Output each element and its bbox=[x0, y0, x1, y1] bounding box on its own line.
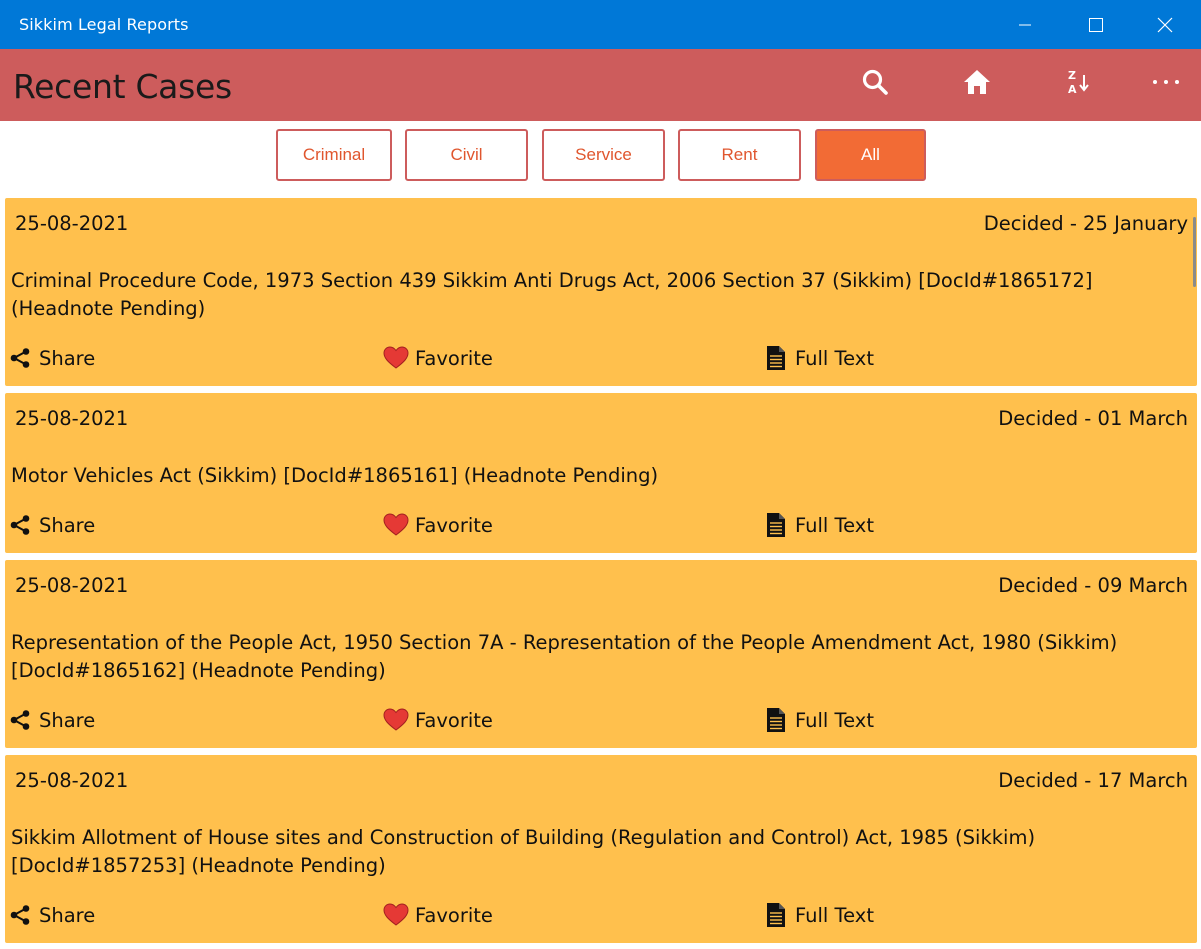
case-description[interactable]: Criminal Procedure Code, 1973 Section 43… bbox=[11, 267, 1157, 323]
document-icon bbox=[767, 708, 785, 732]
share-label: Share bbox=[39, 346, 96, 370]
case-date: 25-08-2021 bbox=[15, 212, 129, 235]
case-date: 25-08-2021 bbox=[15, 574, 129, 597]
search-icon bbox=[862, 69, 888, 95]
scrollbar-thumb[interactable] bbox=[1193, 217, 1196, 287]
sort-za-icon: Z A bbox=[1068, 69, 1089, 96]
search-button[interactable] bbox=[847, 59, 903, 105]
case-card[interactable]: 25-08-2021 Decided - 17 March Sikkim All… bbox=[5, 755, 1197, 943]
full-text-button[interactable]: Full Text bbox=[763, 902, 874, 928]
filter-civil[interactable]: Civil bbox=[405, 129, 528, 181]
case-date: 25-08-2021 bbox=[15, 407, 129, 430]
filter-service[interactable]: Service bbox=[542, 129, 665, 181]
case-description[interactable]: Sikkim Allotment of House sites and Cons… bbox=[11, 824, 1157, 880]
share-button[interactable]: Share bbox=[7, 902, 95, 928]
full-text-button[interactable]: Full Text bbox=[763, 512, 874, 538]
favorite-button[interactable]: Favorite bbox=[383, 345, 493, 371]
filter-all[interactable]: All bbox=[815, 129, 926, 181]
close-button[interactable] bbox=[1132, 0, 1198, 49]
case-decided: Decided - 17 March bbox=[998, 769, 1188, 792]
share-label: Share bbox=[39, 903, 96, 927]
case-decided: Decided - 25 January bbox=[983, 212, 1188, 235]
full-text-button[interactable]: Full Text bbox=[763, 707, 874, 733]
share-button[interactable]: Share bbox=[7, 512, 95, 538]
full-text-button[interactable]: Full Text bbox=[763, 345, 874, 371]
filter-rent[interactable]: Rent bbox=[678, 129, 801, 181]
more-icon bbox=[1153, 80, 1179, 84]
category-filters: Criminal Civil Service Rent All bbox=[0, 129, 1201, 181]
share-label: Share bbox=[39, 513, 96, 537]
document-icon bbox=[767, 903, 785, 927]
share-button[interactable]: Share bbox=[7, 345, 95, 371]
page-title: Recent Cases bbox=[13, 67, 232, 106]
document-icon bbox=[767, 513, 785, 537]
home-button[interactable] bbox=[949, 59, 1005, 105]
close-icon bbox=[1157, 17, 1173, 32]
favorite-label: Favorite bbox=[415, 513, 493, 537]
case-description[interactable]: Representation of the People Act, 1950 S… bbox=[11, 629, 1157, 685]
favorite-label: Favorite bbox=[415, 708, 493, 732]
share-icon bbox=[10, 710, 30, 730]
share-icon bbox=[10, 905, 30, 925]
app-header: Recent Cases Z A bbox=[0, 49, 1201, 121]
case-list[interactable]: 25-08-2021 Decided - 25 January Criminal… bbox=[0, 197, 1201, 949]
case-card[interactable]: 25-08-2021 Decided - 25 January Criminal… bbox=[5, 198, 1197, 386]
minimize-button[interactable] bbox=[992, 0, 1058, 49]
case-date: 25-08-2021 bbox=[15, 769, 129, 792]
full-text-label: Full Text bbox=[795, 708, 874, 732]
maximize-button[interactable] bbox=[1063, 0, 1129, 49]
full-text-label: Full Text bbox=[795, 903, 874, 927]
case-decided: Decided - 01 March bbox=[998, 407, 1188, 430]
case-decided: Decided - 09 March bbox=[998, 574, 1188, 597]
share-label: Share bbox=[39, 708, 96, 732]
filter-criminal[interactable]: Criminal bbox=[276, 129, 392, 181]
favorite-button[interactable]: Favorite bbox=[383, 902, 493, 928]
favorite-label: Favorite bbox=[415, 903, 493, 927]
window-title: Sikkim Legal Reports bbox=[19, 15, 189, 34]
share-icon bbox=[10, 515, 30, 535]
sort-button[interactable]: Z A bbox=[1051, 59, 1107, 105]
share-icon bbox=[10, 348, 30, 368]
home-icon bbox=[964, 70, 990, 94]
heart-icon bbox=[383, 513, 409, 536]
share-button[interactable]: Share bbox=[7, 707, 95, 733]
heart-icon bbox=[383, 903, 409, 926]
full-text-label: Full Text bbox=[795, 346, 874, 370]
heart-icon bbox=[383, 708, 409, 731]
document-icon bbox=[767, 346, 785, 370]
case-description[interactable]: Motor Vehicles Act (Sikkim) [DocId#18651… bbox=[11, 462, 1157, 490]
window-titlebar: Sikkim Legal Reports bbox=[0, 0, 1201, 49]
favorite-button[interactable]: Favorite bbox=[383, 707, 493, 733]
svg-text:Z: Z bbox=[1068, 69, 1076, 82]
case-card[interactable]: 25-08-2021 Decided - 09 March Representa… bbox=[5, 560, 1197, 748]
favorite-label: Favorite bbox=[415, 346, 493, 370]
minimize-icon bbox=[1019, 24, 1031, 25]
favorite-button[interactable]: Favorite bbox=[383, 512, 493, 538]
heart-icon bbox=[383, 346, 409, 369]
svg-text:A: A bbox=[1068, 83, 1077, 96]
maximize-icon bbox=[1089, 17, 1103, 32]
full-text-label: Full Text bbox=[795, 513, 874, 537]
case-card[interactable]: 25-08-2021 Decided - 01 March Motor Vehi… bbox=[5, 393, 1197, 553]
more-button[interactable] bbox=[1138, 59, 1194, 105]
